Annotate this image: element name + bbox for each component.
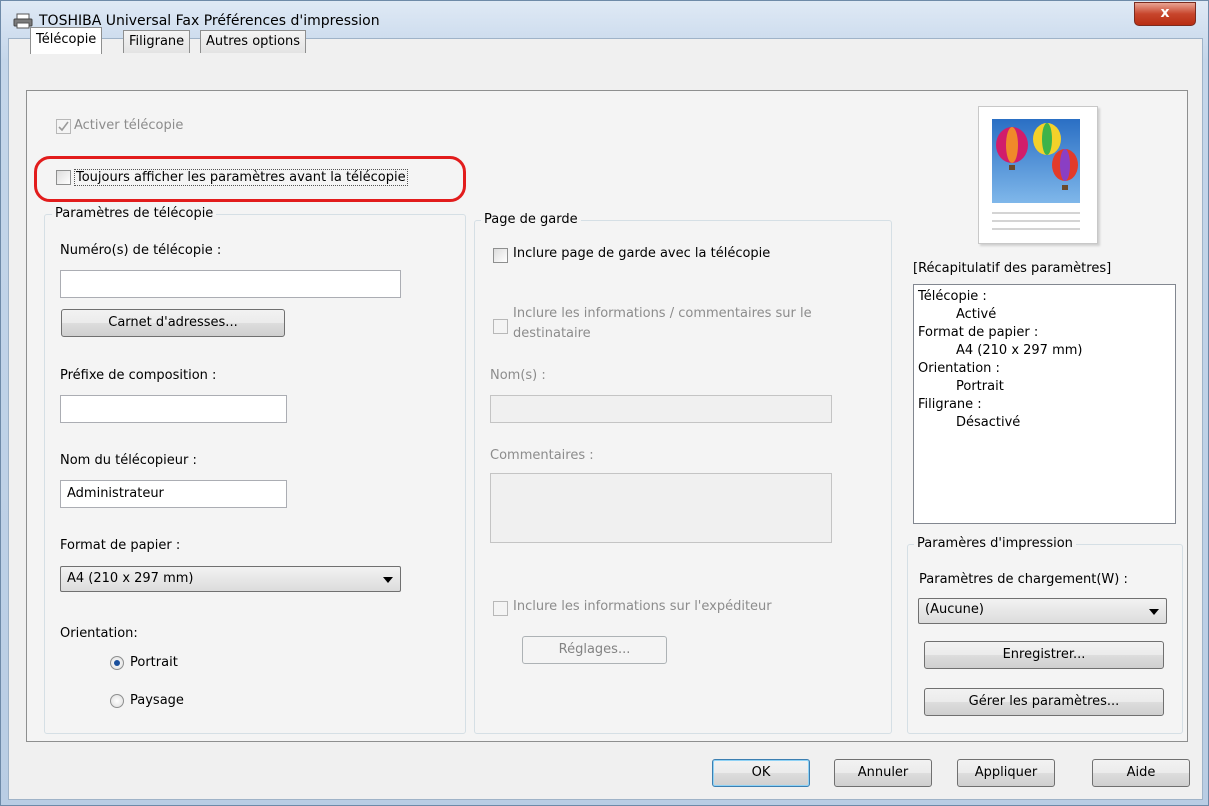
- dial-prefix-label: Préfixe de composition :: [60, 368, 217, 383]
- include-sender-label: Inclure les informations sur l'expéditeu…: [513, 599, 772, 614]
- paper-size-select[interactable]: A4 (210 x 297 mm): [60, 566, 401, 592]
- help-button[interactable]: Aide: [1092, 759, 1190, 787]
- names-label: Nom(s) :: [490, 368, 546, 383]
- portrait-radio[interactable]: [110, 656, 124, 670]
- page-preview: [978, 106, 1098, 244]
- tab-label: Télécopie: [36, 32, 97, 47]
- always-show-settings-label: Toujours afficher les paramètres avant l…: [74, 169, 408, 186]
- settings-button[interactable]: Réglages...: [522, 636, 667, 664]
- balloons-image-icon: [992, 119, 1080, 230]
- apply-button[interactable]: Appliquer: [957, 759, 1055, 787]
- landscape-radio[interactable]: [110, 694, 124, 708]
- chevron-down-icon: [383, 577, 393, 583]
- ok-button[interactable]: OK: [712, 759, 810, 787]
- summary-header: [Récapitulatif des paramètres]: [913, 261, 1112, 276]
- include-sender-checkbox[interactable]: [493, 601, 508, 616]
- summary-line: Désactivé: [956, 415, 1021, 430]
- load-settings-select[interactable]: (Aucune): [918, 598, 1167, 624]
- comments-label: Commentaires :: [490, 448, 594, 463]
- print-settings-legend: Paramères d'impression: [914, 536, 1076, 551]
- include-recipient-label-2: destinataire: [513, 326, 591, 341]
- summary-line: Activé: [956, 307, 997, 322]
- activate-fax-label: Activer télécopie: [74, 118, 184, 133]
- orientation-label: Orientation:: [60, 626, 138, 641]
- summary-line: Filigrane :: [918, 397, 982, 412]
- cover-page-legend: Page de garde: [481, 212, 581, 227]
- checkmark-icon: [58, 121, 69, 132]
- sender-name-input[interactable]: Administrateur: [60, 480, 287, 508]
- manage-settings-button[interactable]: Gérer les paramètres...: [924, 688, 1164, 716]
- summary-line: Orientation :: [918, 361, 1000, 376]
- portrait-label: Portrait: [130, 655, 178, 670]
- fax-numbers-label: Numéro(s) de télécopie :: [60, 243, 222, 258]
- chevron-down-icon: [1149, 609, 1159, 615]
- tab-label: Filigrane: [129, 34, 185, 49]
- summary-line: Format de papier :: [918, 325, 1039, 340]
- include-cover-checkbox[interactable]: [493, 248, 508, 263]
- load-settings-label: Paramètres de chargement(W) :: [919, 572, 1128, 587]
- fax-numbers-input[interactable]: [60, 270, 401, 298]
- tab-autres-options[interactable]: Autres options: [200, 30, 307, 53]
- summary-line: Portrait: [956, 379, 1004, 394]
- address-book-button[interactable]: Carnet d'adresses...: [61, 309, 285, 337]
- include-recipient-label-1: Inclure les informations / commentaires …: [513, 306, 812, 321]
- summary-line: A4 (210 x 297 mm): [956, 343, 1083, 358]
- include-cover-label: Inclure page de garde avec la télécopie: [513, 246, 771, 261]
- comments-textarea[interactable]: [490, 473, 832, 543]
- include-recipient-checkbox[interactable]: [493, 319, 508, 334]
- fax-settings-legend: Paramètres de télécopie: [52, 206, 217, 221]
- tab-label: Autres options: [206, 34, 301, 49]
- load-settings-value: (Aucune): [925, 602, 984, 617]
- summary-line: Télécopie :: [918, 289, 987, 304]
- paper-size-value: A4 (210 x 297 mm): [67, 571, 194, 586]
- names-input[interactable]: [490, 395, 832, 423]
- cancel-button[interactable]: Annuler: [834, 759, 932, 787]
- tab-telecopie[interactable]: Télécopie: [30, 27, 103, 54]
- activate-fax-checkbox[interactable]: [56, 119, 71, 134]
- landscape-label: Paysage: [130, 693, 184, 708]
- summary-list: Télécopie : Activé Format de papier : A4…: [913, 284, 1176, 524]
- paper-size-label: Format de papier :: [60, 538, 181, 553]
- dial-prefix-input[interactable]: [60, 395, 287, 423]
- save-settings-button[interactable]: Enregistrer...: [924, 641, 1164, 669]
- always-show-settings-checkbox[interactable]: [56, 170, 71, 185]
- sender-name-label: Nom du télécopieur :: [60, 453, 197, 468]
- tab-filigrane[interactable]: Filigrane: [123, 30, 191, 53]
- close-button[interactable]: x: [1134, 2, 1196, 26]
